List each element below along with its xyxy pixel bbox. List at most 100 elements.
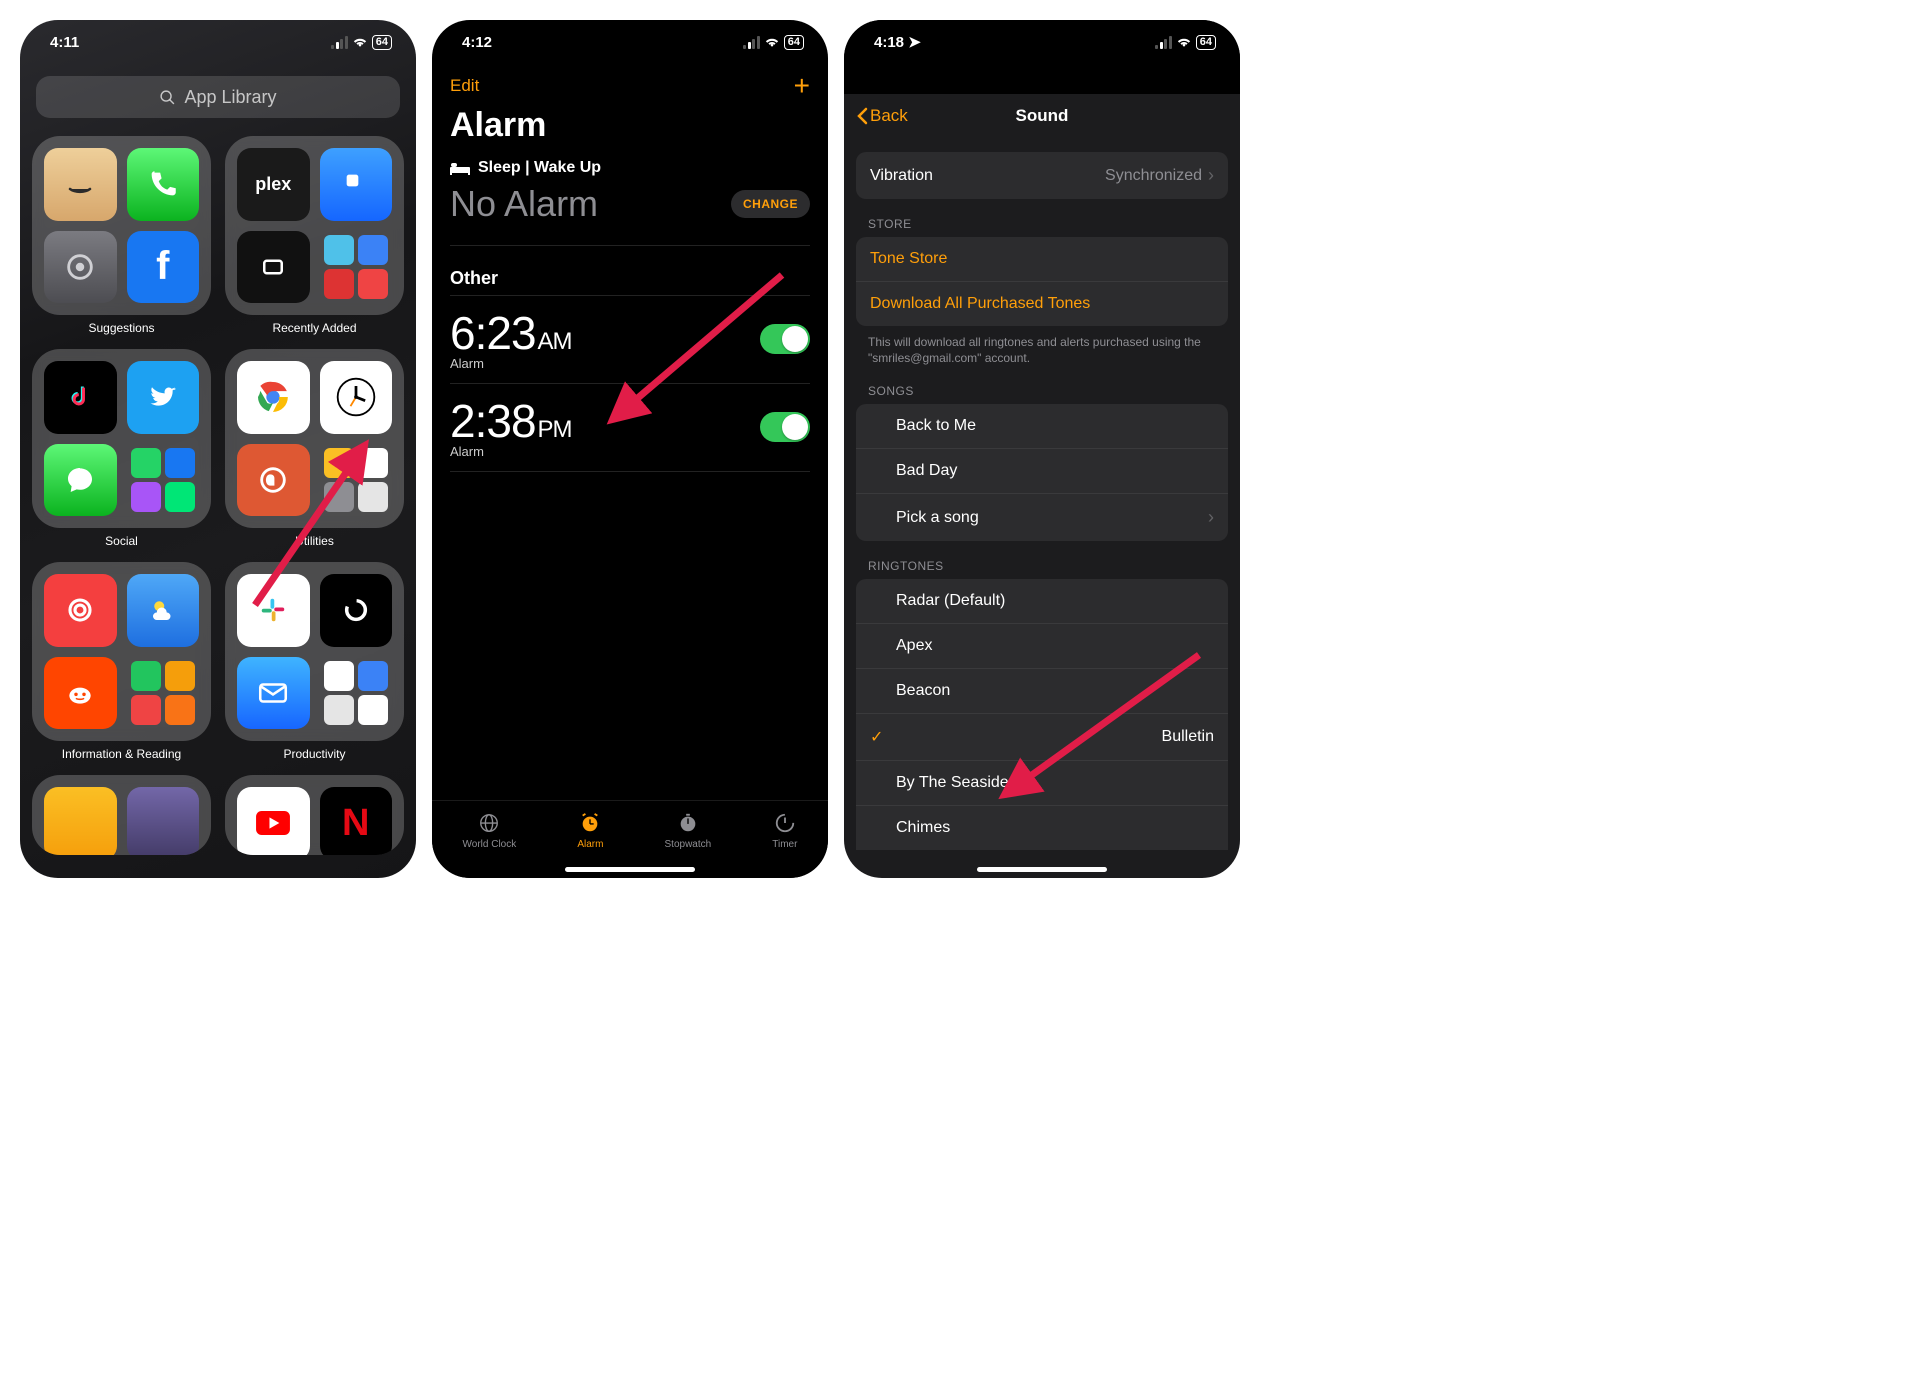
app-messages[interactable]	[44, 444, 117, 517]
folder-label: Information & Reading	[32, 747, 211, 761]
change-button[interactable]: CHANGE	[731, 190, 810, 218]
folder-mini-grid[interactable]	[127, 657, 200, 730]
folder-mini-grid[interactable]	[320, 444, 393, 517]
folder-suggestions[interactable]: f	[32, 136, 211, 315]
store-group: Tone Store Download All Purchased Tones	[856, 237, 1228, 326]
app-netflix[interactable]: N	[320, 787, 393, 855]
app-generic-black[interactable]	[320, 574, 393, 647]
tab-label: World Clock	[463, 839, 517, 850]
screen-app-library: 4:11 64 App Library f Suggestions plex	[20, 20, 416, 878]
app-chrome[interactable]	[237, 361, 310, 434]
ringtone-cell-selected[interactable]: ✓ Bulletin	[856, 713, 1228, 760]
folder-mini-grid[interactable]	[320, 231, 393, 304]
vibration-value: Synchronized	[1105, 167, 1202, 185]
checkmark-icon: ✓	[870, 727, 892, 747]
app-game-1[interactable]	[44, 787, 117, 855]
ringtone-label: Bulletin	[1162, 728, 1214, 746]
search-bar[interactable]: App Library	[36, 76, 400, 118]
alarm-row[interactable]: 2:38PM Alarm	[450, 383, 810, 472]
alarm-list: 6:23AM Alarm 2:38PM Alarm	[432, 295, 828, 472]
app-facebook[interactable]: f	[127, 231, 200, 304]
app-reddit[interactable]	[44, 657, 117, 730]
folder-productivity[interactable]	[225, 562, 404, 741]
app-amazon[interactable]	[44, 148, 117, 221]
folder-utilities[interactable]	[225, 349, 404, 528]
app-generic-blue[interactable]	[320, 148, 393, 221]
vibration-cell[interactable]: Vibration Synchronized›	[856, 152, 1228, 199]
app-duckduckgo[interactable]	[237, 444, 310, 517]
chevron-right-icon: ›	[1208, 507, 1214, 528]
screen-alarm: 4:12 64 Edit + Alarm Sleep | Wake Up No …	[432, 20, 828, 878]
app-weather[interactable]	[127, 574, 200, 647]
bed-icon	[450, 161, 470, 175]
app-youtube[interactable]	[237, 787, 310, 855]
ringtone-cell[interactable]: Beacon	[856, 668, 1228, 713]
tab-label: Stopwatch	[665, 839, 712, 850]
app-pocketcasts[interactable]	[44, 574, 117, 647]
page-title: Alarm	[432, 104, 828, 159]
app-capcut[interactable]	[237, 231, 310, 304]
sleep-header-text: Sleep | Wake Up	[478, 159, 601, 177]
vibration-group: Vibration Synchronized›	[856, 152, 1228, 199]
sleep-section-header: Sleep | Wake Up	[450, 159, 810, 177]
vibration-label: Vibration	[870, 167, 933, 185]
song-cell[interactable]: Bad Day	[856, 448, 1228, 493]
app-slack[interactable]	[237, 574, 310, 647]
app-mail[interactable]	[237, 657, 310, 730]
ringtone-label: Radar (Default)	[896, 592, 1005, 610]
tab-timer[interactable]: Timer	[772, 811, 797, 850]
folder-partial[interactable]	[32, 775, 211, 855]
chevron-left-icon	[856, 107, 868, 125]
alarm-toggle[interactable]	[760, 324, 810, 354]
app-settings[interactable]	[44, 231, 117, 304]
app-game-2[interactable]	[127, 787, 200, 855]
app-plex[interactable]: plex	[237, 148, 310, 221]
ringtone-cell[interactable]: By The Seaside	[856, 760, 1228, 805]
battery-icon: 64	[784, 35, 804, 50]
alarm-toggle[interactable]	[760, 412, 810, 442]
store-footer: This will download all ringtones and ale…	[844, 326, 1240, 366]
nav-bar: Back Sound	[844, 94, 1240, 138]
ringtone-cell[interactable]: Radar (Default)	[856, 579, 1228, 623]
folder-social[interactable]	[32, 349, 211, 528]
song-cell[interactable]: Back to Me	[856, 404, 1228, 448]
tone-store-cell[interactable]: Tone Store	[856, 237, 1228, 281]
song-label: Back to Me	[896, 417, 976, 435]
app-tiktok[interactable]	[44, 361, 117, 434]
tab-world-clock[interactable]: World Clock	[463, 811, 517, 850]
folder-info-reading[interactable]	[32, 562, 211, 741]
tab-stopwatch[interactable]: Stopwatch	[665, 811, 712, 850]
ringtone-cell[interactable]: Chimes	[856, 805, 1228, 850]
ringtone-label: By The Seaside	[896, 774, 1009, 792]
folder-recently-added[interactable]: plex	[225, 136, 404, 315]
app-phone[interactable]	[127, 148, 200, 221]
location-icon: ➤	[908, 33, 921, 51]
status-time: 4:12	[462, 34, 492, 51]
tab-alarm[interactable]: Alarm	[577, 811, 603, 850]
cellular-icon	[1155, 36, 1172, 49]
folder-mini-grid[interactable]	[320, 657, 393, 730]
edit-button[interactable]: Edit	[450, 76, 479, 96]
folder-mini-grid[interactable]	[127, 444, 200, 517]
folder-label: Suggestions	[32, 321, 211, 335]
back-button[interactable]: Back	[856, 106, 908, 126]
home-indicator[interactable]	[565, 867, 695, 872]
alarm-row[interactable]: 6:23AM Alarm	[450, 295, 810, 383]
alarm-time: 6:23AM	[450, 306, 572, 360]
status-time: 4:18 ➤	[874, 33, 921, 51]
pick-song-cell[interactable]: Pick a song›	[856, 493, 1228, 541]
battery-icon: 64	[1196, 35, 1216, 50]
download-tones-cell[interactable]: Download All Purchased Tones	[856, 281, 1228, 326]
app-twitter[interactable]	[127, 361, 200, 434]
ringtone-cell[interactable]: Apex	[856, 623, 1228, 668]
ringtone-label: Beacon	[896, 682, 950, 700]
app-clock[interactable]	[320, 361, 393, 434]
screen-sound: 4:18 ➤ 64 Back Sound Vibration Synchroni…	[844, 20, 1240, 878]
folder-partial[interactable]: N	[225, 775, 404, 855]
folder-label: Recently Added	[225, 321, 404, 335]
home-indicator[interactable]	[977, 867, 1107, 872]
add-alarm-button[interactable]: +	[794, 70, 810, 102]
tone-store-label: Tone Store	[870, 250, 947, 268]
wifi-icon	[352, 36, 368, 48]
timer-icon	[773, 811, 797, 835]
